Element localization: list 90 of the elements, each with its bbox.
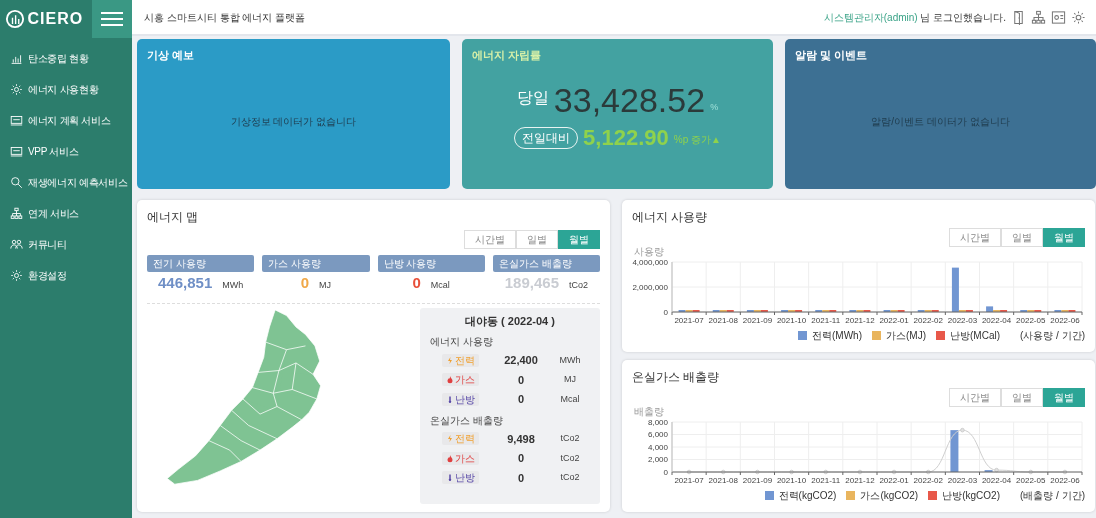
category-label: 전력 [455, 353, 475, 367]
axis-label: 2022-04 [981, 475, 1012, 485]
axis-label: 2021-10 [776, 475, 807, 485]
row-value: 22,400 [503, 353, 539, 368]
stat-label: 가스 사용량 [262, 254, 370, 272]
axis-label: 2021-07 [674, 475, 704, 485]
axis-label: 2022-06 [1050, 315, 1080, 325]
row-value: 0 [516, 470, 526, 486]
row-value: 0 [516, 372, 526, 388]
axis-label: 2021-12 [845, 315, 875, 325]
panel-title: 에너지 맵 [147, 208, 200, 226]
axis-label: 6,000 [647, 429, 668, 439]
axis-label: 2022-05 [1016, 475, 1046, 485]
axis-label: 2021-08 [708, 475, 738, 485]
axis-label: 2021-08 [708, 315, 738, 325]
axis-label: 2022-01 [879, 475, 909, 485]
axis-title: 사용량 [634, 246, 664, 257]
unit-label: Mcal [559, 392, 581, 406]
stat-value: 0 [300, 274, 310, 292]
unit-label: tCo2 [559, 432, 581, 445]
self-sufficiency-value: 33,428.52 [553, 83, 706, 117]
axis-label: 2022-02 [913, 315, 943, 325]
axis-label: 2021-09 [742, 475, 773, 485]
stat-value: 0 [412, 274, 421, 292]
unit-label: Mcal [430, 279, 450, 292]
category-label: 가스 [455, 373, 475, 387]
change-value: 5,122.90 [583, 127, 669, 149]
logo-text: CIERO [27, 9, 84, 29]
axis-label: 2022-03 [947, 475, 978, 485]
card-title: 알람 및 이벤트 [795, 47, 869, 63]
axis-label: 2021-07 [674, 315, 704, 325]
axis-label: 2021-09 [742, 315, 773, 325]
card-title: 기상 예보 [147, 47, 196, 63]
legend-label: 가스(kgCO2) [860, 488, 919, 503]
unit-label: MJ [319, 279, 332, 292]
axis-label: 4,000,000 [632, 257, 668, 266]
row-value: 9,498 [506, 431, 536, 447]
axis-label: 2022-03 [947, 315, 978, 325]
unit-label: MWh [222, 279, 244, 292]
axis-label: 2,000,000 [632, 282, 668, 291]
category-label: 난방 [455, 471, 475, 485]
category-label: 전력 [455, 432, 475, 446]
unit-label: tCo2 [559, 451, 581, 465]
page-title: 시흥 스마트시티 통합 에너지 플랫폼 [144, 10, 306, 25]
stat-label: 전기 사용량 [147, 254, 255, 272]
axis-label: 2021-10 [776, 315, 807, 325]
category-label: 가스 [455, 451, 475, 465]
change-label: %p 증가▲ [673, 133, 721, 147]
axis-label: 2022-06 [1050, 475, 1080, 485]
legend-label: 전력(kgCO2) [778, 488, 837, 503]
legend-label: 난방(kgCO2) [942, 488, 1000, 503]
axis-label: 0 [663, 467, 668, 476]
axis-label: 2022-04 [981, 315, 1012, 325]
panel-title: 에너지 사용량 [632, 208, 709, 226]
legend-label: 난방(MCal) [950, 328, 1000, 343]
axis-title: 배출량 [634, 406, 664, 417]
detail-title: 대야동 ( 2022-04 ) [464, 313, 556, 329]
chart-note: (배출량 / 기간) [1020, 488, 1085, 503]
category-label: 난방 [455, 392, 475, 406]
unit-label: tCo2 [569, 279, 588, 292]
axis-label: 0 [663, 307, 668, 316]
axis-label: 2,000 [647, 454, 668, 464]
axis-label: 2022-05 [1016, 315, 1046, 325]
row-value: 0 [516, 451, 526, 466]
stat-value: 446,851 [158, 274, 213, 292]
login-message: 시스템관리자(admin) 님 로그인했습니다. [823, 10, 1006, 25]
section-title: 온실가스 배출량 [430, 413, 504, 428]
axis-label: 8,000 [647, 417, 668, 426]
panel-title: 온실가스 배출량 [632, 368, 721, 386]
today-label: 당일 [516, 88, 549, 108]
axis-label: 4,000 [647, 442, 668, 451]
stat-label: 온실가스 배출량 [492, 254, 600, 272]
unit-label: MWh [558, 353, 582, 367]
unit-label: tCo2 [559, 471, 581, 484]
axis-label: 2021-12 [845, 475, 875, 485]
axis-label: 2022-02 [913, 475, 943, 485]
axis-label: 2021-11 [811, 315, 841, 325]
axis-label: 2022-01 [879, 315, 909, 325]
unit-label: % [710, 100, 719, 114]
empty-message: 기상정보 데이터가 없습니다 [230, 115, 357, 130]
stat-label: 난방 사용량 [377, 254, 485, 272]
row-value: 0 [516, 392, 526, 407]
section-title: 에너지 사용량 [430, 335, 494, 349]
unit-label: MJ [563, 373, 577, 386]
legend-label: 전력(MWh) [812, 328, 862, 343]
empty-message: 알람/이벤트 데이터가 없습니다 [871, 115, 1010, 130]
axis-label: 2021-11 [811, 475, 841, 485]
chart-note: (사용량 / 기간) [1020, 328, 1085, 343]
card-title: 에너지 자립률 [472, 47, 543, 63]
legend-label: 가스(MJ) [886, 328, 926, 343]
